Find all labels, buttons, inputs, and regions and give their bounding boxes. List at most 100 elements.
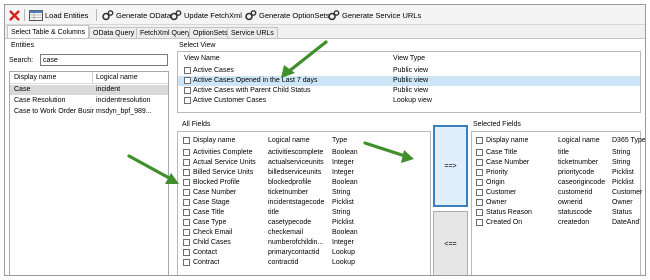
gears-icon: [328, 9, 340, 20]
entities-group-label: Entities: [11, 42, 34, 49]
remove-field-button[interactable]: <==: [433, 211, 468, 275]
field-checkbox[interactable]: [183, 149, 190, 156]
field-checkbox[interactable]: [476, 199, 483, 206]
field-checkbox[interactable]: [183, 209, 190, 216]
generate-optionsets-button[interactable]: Generate OptionSets: [245, 8, 329, 22]
column-header[interactable]: Display name: [486, 136, 528, 146]
view-checkbox[interactable]: [184, 87, 191, 94]
field-type: Picklist: [332, 219, 354, 226]
field-logical-name: checkemail: [268, 229, 304, 236]
generate-service-urls-button[interactable]: Generate Service URLs: [328, 8, 421, 22]
field-display-name: Case Stage: [193, 199, 230, 206]
list-item[interactable]: Active Customer Cases Lookup view: [178, 96, 640, 106]
list-item[interactable]: Contact primarycontactid Lookup: [178, 248, 430, 258]
list-item[interactable]: Case Title title String: [178, 208, 430, 218]
field-checkbox[interactable]: [183, 189, 190, 196]
list-item[interactable]: Check Email checkemail Boolean: [178, 228, 430, 238]
list-item[interactable]: Active Cases Public view: [178, 66, 640, 76]
entity-logical-name: msdyn_bpf_989...: [96, 108, 152, 115]
list-item[interactable]: Created On createdon DateAndTime: [472, 218, 640, 228]
field-checkbox[interactable]: [476, 219, 483, 226]
column-header[interactable]: View Name: [184, 54, 220, 64]
column-header[interactable]: View Type: [393, 54, 425, 64]
field-logical-name: casetypecode: [268, 219, 312, 226]
list-item[interactable]: Active Cases with Parent Child Status Pu…: [178, 86, 640, 96]
view-type: Public view: [393, 77, 429, 84]
field-display-name: Status Reason: [486, 209, 532, 216]
generate-odata-button[interactable]: Generate OData: [102, 8, 171, 22]
entity-logical-name: incident: [96, 86, 121, 93]
field-checkbox[interactable]: [183, 169, 190, 176]
select-all-checkbox[interactable]: [183, 137, 190, 144]
field-checkbox[interactable]: [183, 259, 190, 266]
field-type: Picklist: [332, 199, 354, 206]
load-entities-button[interactable]: Load Entities: [29, 8, 88, 22]
table-row[interactable]: Case Resolution incidentresolution: [10, 96, 168, 106]
tab-panel: Entities Search: Display name Logical na…: [5, 38, 645, 275]
list-item[interactable]: Actual Service Units actualserviceunits In…: [178, 158, 430, 168]
list-item[interactable]: Blocked Profile blockedprofile Boolean: [178, 178, 430, 188]
field-type: String: [332, 209, 351, 216]
table-row[interactable]: Case incident: [10, 85, 168, 95]
list-item[interactable]: Billed Service Units billedserviceunits In…: [178, 168, 430, 178]
view-checkbox[interactable]: [184, 67, 191, 74]
list-item[interactable]: Owner ownerid Owner: [472, 198, 640, 208]
field-checkbox[interactable]: [183, 199, 190, 206]
field-checkbox[interactable]: [476, 209, 483, 216]
entity-search-input[interactable]: [40, 54, 168, 66]
field-logical-name: title: [558, 149, 569, 156]
field-display-name: Activities Complete: [193, 149, 253, 156]
field-checkbox[interactable]: [183, 219, 190, 226]
list-item[interactable]: Case Number ticketnumber String: [472, 158, 640, 168]
field-checkbox[interactable]: [476, 179, 483, 186]
update-fetchxml-button[interactable]: Update FetchXml: [170, 8, 242, 22]
column-header[interactable]: Type: [332, 136, 347, 146]
field-display-name: Billed Service Units: [193, 169, 254, 176]
app-window: Load Entities Generate OData Update Fetc…: [4, 4, 646, 276]
field-checkbox[interactable]: [476, 149, 483, 156]
list-item[interactable]: Case Type casetypecode Picklist: [178, 218, 430, 228]
field-checkbox[interactable]: [183, 239, 190, 246]
list-item[interactable]: Status Reason statuscode Status: [472, 208, 640, 218]
field-checkbox[interactable]: [476, 159, 483, 166]
list-item[interactable]: Case Stage incidentstagecode Picklist: [178, 198, 430, 208]
toolbar-separator: [96, 9, 97, 21]
field-type: Integer: [332, 169, 354, 176]
list-item[interactable]: Active Cases Opened in the Last 7 days P…: [178, 76, 640, 86]
field-checkbox[interactable]: [183, 229, 190, 236]
list-item[interactable]: Child Cases numberofchildin... Integer: [178, 238, 430, 248]
field-checkbox[interactable]: [183, 159, 190, 166]
list-item[interactable]: Case Title title String: [472, 148, 640, 158]
view-checkbox[interactable]: [184, 97, 191, 104]
field-checkbox[interactable]: [476, 189, 483, 196]
list-item[interactable]: Case Number ticketnumber String: [178, 188, 430, 198]
select-all-checkbox[interactable]: [476, 137, 483, 144]
entities-grid: Display name Logical name Case incident …: [9, 71, 169, 275]
field-logical-name: billedserviceunits: [268, 169, 322, 176]
list-item[interactable]: Priority prioritycode Picklist: [472, 168, 640, 178]
view-type: Public view: [393, 87, 429, 94]
close-button[interactable]: [9, 8, 20, 22]
list-item[interactable]: Activities Complete activitiescomplete Boo…: [178, 148, 430, 158]
column-header[interactable]: Display name: [193, 136, 235, 146]
column-header[interactable]: Logical name: [268, 136, 310, 146]
list-item[interactable]: Contract contractid Lookup: [178, 258, 430, 268]
column-header[interactable]: Logical name: [558, 136, 600, 146]
red-x-icon: [9, 9, 20, 21]
field-display-name: Contact: [193, 249, 218, 256]
column-header[interactable]: Display name: [14, 73, 56, 83]
field-logical-name: contractid: [268, 259, 299, 266]
field-checkbox[interactable]: [183, 179, 190, 186]
field-logical-name: title: [268, 209, 279, 216]
add-field-button[interactable]: ==>: [433, 125, 468, 207]
list-item[interactable]: Customer customerid Customer: [472, 188, 642, 198]
table-row[interactable]: Case to Work Order Busin... msdyn_bpf_98…: [10, 107, 168, 117]
tab-select-table-columns[interactable]: Select Table & Columns: [7, 25, 90, 39]
list-item[interactable]: Origin caseorigincode Picklist: [472, 178, 640, 188]
select-view-list: View Name View Type Active Cases Public …: [177, 51, 641, 113]
column-header[interactable]: D365 Type: [612, 136, 645, 146]
field-checkbox[interactable]: [183, 249, 190, 256]
column-header[interactable]: Logical name: [96, 73, 138, 83]
field-checkbox[interactable]: [476, 169, 483, 176]
view-checkbox[interactable]: [184, 77, 191, 84]
